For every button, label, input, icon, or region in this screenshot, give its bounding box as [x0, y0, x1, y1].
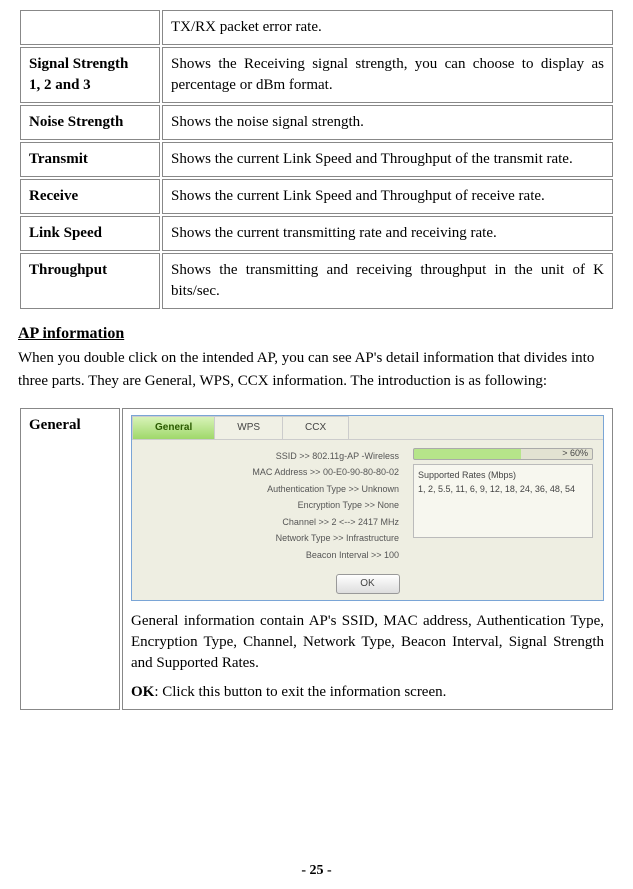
tab-wps[interactable]: WPS: [214, 416, 283, 439]
def-label: Link Speed: [20, 216, 160, 251]
field-mac: MAC Address >> 00-E0-90-80-80-02: [142, 464, 399, 481]
ap-fields: SSID >> 802.11g-AP -Wireless MAC Address…: [142, 448, 399, 564]
ok-description: OK: Click this button to exit the inform…: [131, 682, 604, 703]
field-network-type: Network Type >> Infrastructure: [142, 530, 399, 547]
section-heading: AP information: [18, 325, 615, 343]
def-desc: Shows the transmitting and receiving thr…: [162, 253, 613, 309]
ok-bold: OK: [131, 684, 154, 700]
def-label: Transmit: [20, 142, 160, 177]
ap-right: > 60% Supported Rates (Mbps) 1, 2, 5.5, …: [413, 448, 593, 564]
def-desc: Shows the current Link Speed and Through…: [162, 179, 613, 214]
tab-general[interactable]: General: [132, 416, 215, 439]
field-ssid: SSID >> 802.11g-AP -Wireless: [142, 448, 399, 465]
def-label: Signal Strength 1, 2 and 3: [20, 47, 160, 103]
page-number-value: - 25 -: [301, 863, 331, 878]
rates-values: 1, 2, 5.5, 11, 6, 9, 12, 18, 24, 36, 48,…: [418, 483, 588, 496]
def-desc: Shows the noise signal strength.: [162, 105, 613, 140]
tab-bar: General WPS CCX: [132, 416, 603, 440]
general-cell: General WPS CCX SSID >> 802.11g-AP -Wire…: [122, 408, 613, 710]
definitions-table: TX/RX packet error rate. Signal Strength…: [18, 8, 615, 311]
def-label: Receive: [20, 179, 160, 214]
field-beacon: Beacon Interval >> 100: [142, 547, 399, 564]
def-label: Noise Strength: [20, 105, 160, 140]
general-label: General: [20, 408, 120, 710]
page-number: - 25 -: [0, 863, 633, 879]
section-intro: When you double click on the intended AP…: [18, 347, 615, 394]
supported-rates-box: Supported Rates (Mbps) 1, 2, 5.5, 11, 6,…: [413, 464, 593, 538]
ap-info-screenshot: General WPS CCX SSID >> 802.11g-AP -Wire…: [131, 415, 604, 601]
field-enc: Encryption Type >> None: [142, 497, 399, 514]
def-desc: Shows the current transmitting rate and …: [162, 216, 613, 251]
tab-ccx[interactable]: CCX: [282, 416, 349, 439]
field-channel: Channel >> 2 <--> 2417 MHz: [142, 514, 399, 531]
def-desc: Shows the current Link Speed and Through…: [162, 142, 613, 177]
general-description: General information contain AP's SSID, M…: [131, 611, 604, 674]
def-desc: Shows the Receiving signal strength, you…: [162, 47, 613, 103]
general-table: General General WPS CCX SSID >> 802.11g-…: [18, 406, 615, 712]
def-label: [20, 10, 160, 45]
rates-label: Supported Rates (Mbps): [418, 469, 588, 482]
ok-text: : Click this button to exit the informat…: [154, 684, 446, 700]
field-auth: Authentication Type >> Unknown: [142, 481, 399, 498]
def-desc: TX/RX packet error rate.: [162, 10, 613, 45]
def-label: Throughput: [20, 253, 160, 309]
signal-strength-bar: > 60%: [413, 448, 593, 460]
ok-button[interactable]: OK: [336, 574, 400, 594]
